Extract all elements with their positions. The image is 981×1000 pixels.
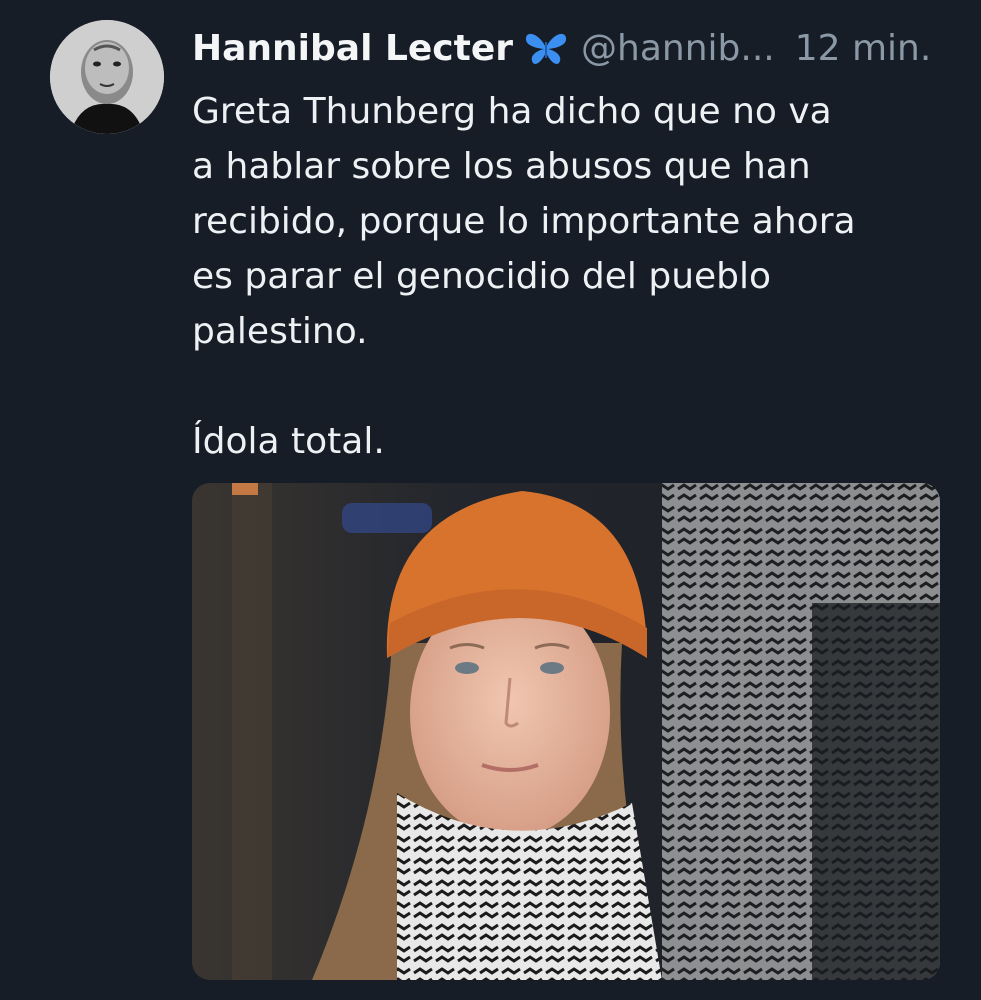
tweet[interactable]: Hannibal Lecter @hannib... 12 min. Greta… [0,0,981,1000]
tweet-text-line: recibido, porque lo importante ahora [192,201,856,242]
author-name[interactable]: Hannibal Lecter [192,28,513,69]
tweet-text-line: es parar el genocidio del pueblo [192,256,772,297]
tweet-text-line: a hablar sobre los abusos que han [192,146,811,187]
butterfly-icon [523,30,569,66]
avatar-image [50,20,164,134]
tweet-text-line: Greta Thunberg ha dicho que no va [192,91,832,132]
tweet-text: Greta Thunberg ha dicho que no va a habl… [192,84,932,469]
tweet-photo[interactable] [192,483,940,980]
tweet-timestamp[interactable]: 12 min. [795,28,932,69]
tweet-text-line: Ídola total. [192,421,385,462]
avatar[interactable] [50,20,164,134]
photo-image [192,483,940,980]
tweet-text-line: palestino. [192,311,368,352]
author-handle[interactable]: @hannib... [581,28,775,69]
tweet-header: Hannibal Lecter @hannib... 12 min. [192,22,951,74]
